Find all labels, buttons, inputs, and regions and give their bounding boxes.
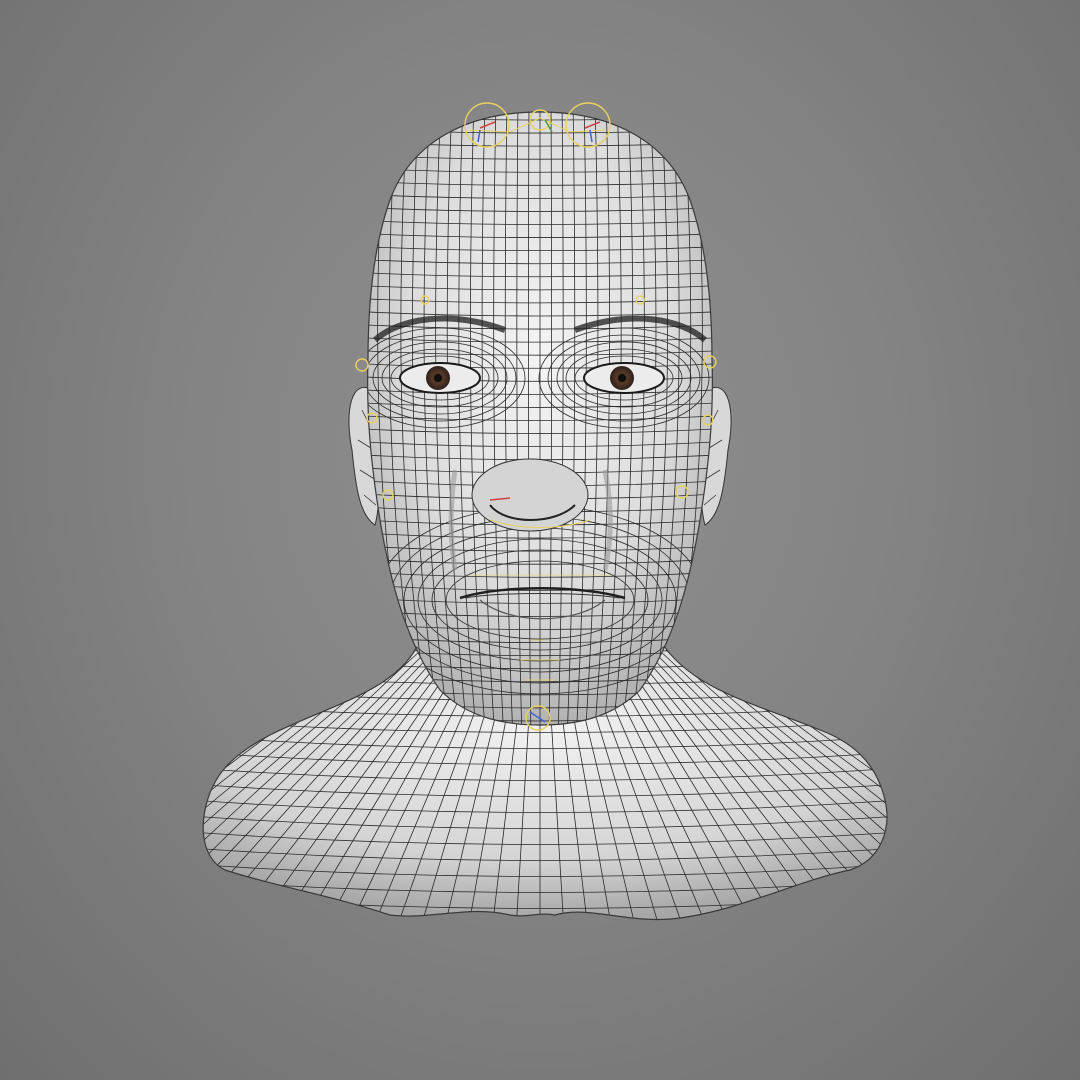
head-mesh[interactable] [330, 100, 750, 740]
right-eye[interactable] [583, 362, 665, 394]
left-eye[interactable] [399, 362, 481, 394]
head-bust-model[interactable] [0, 0, 1080, 1080]
3d-viewport[interactable] [0, 0, 1080, 1080]
